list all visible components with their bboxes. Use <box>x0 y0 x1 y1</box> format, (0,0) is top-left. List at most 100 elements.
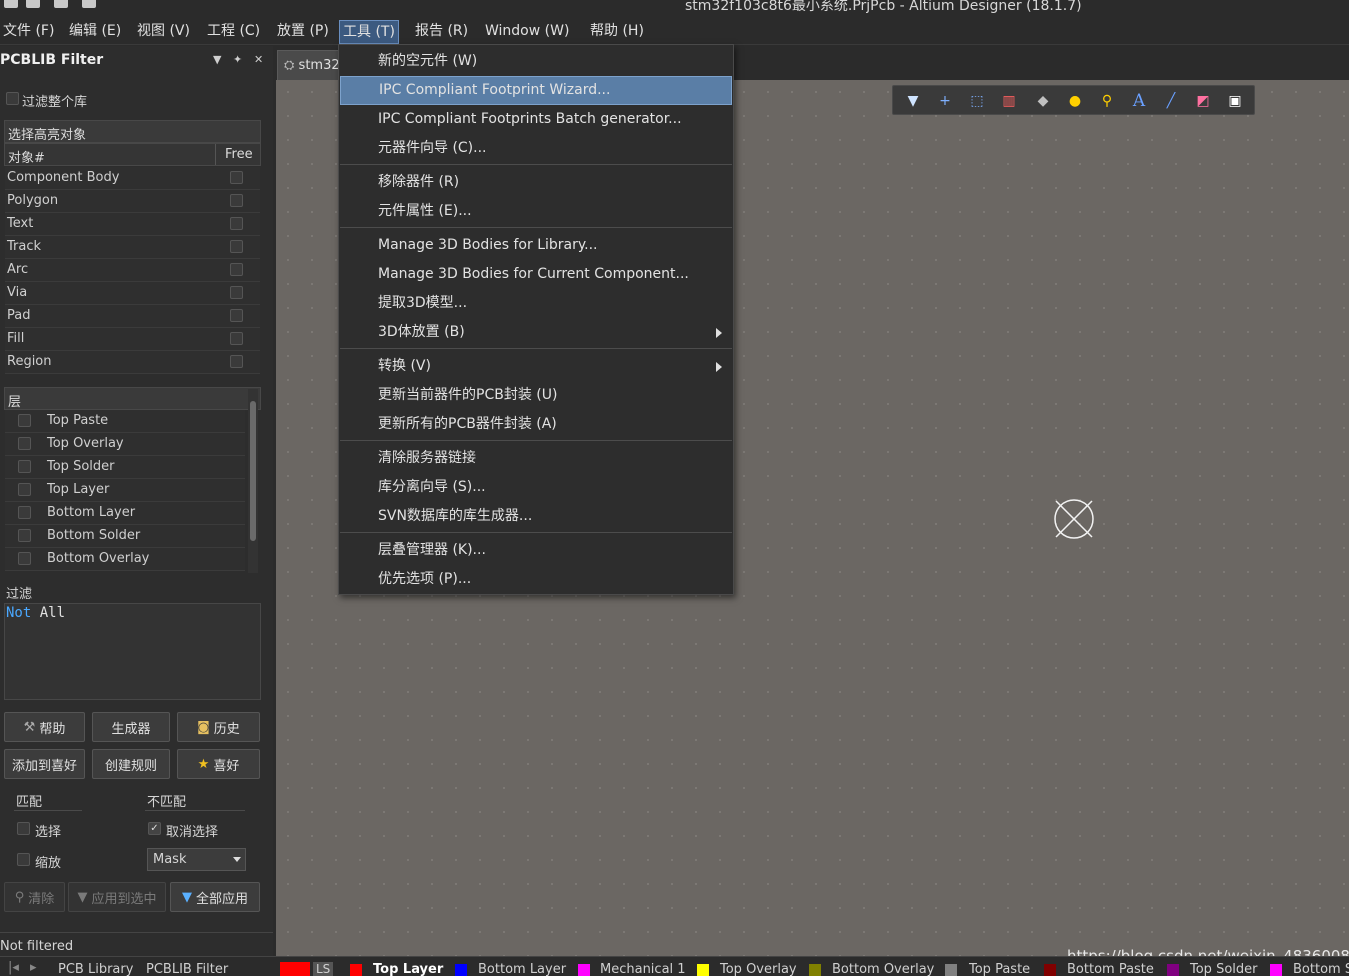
layer-tab-bottom-paste[interactable]: Bottom Paste <box>1067 962 1154 976</box>
layer-tab-top-paste[interactable]: Top Paste <box>969 962 1030 976</box>
menu-convert[interactable]: 转换 (V) <box>340 352 732 381</box>
object-checkbox[interactable] <box>230 171 243 184</box>
menu-preferences[interactable]: 优先选项 (P)... <box>340 565 732 594</box>
free-column-label[interactable]: Free <box>225 147 253 162</box>
pad-icon[interactable]: ● <box>1065 91 1085 111</box>
layer-row-bottom-layer[interactable]: Bottom Layer <box>5 502 245 525</box>
deselect-checkbox[interactable]: ✓ <box>148 822 161 835</box>
layer-row-top-layer[interactable]: Top Layer <box>5 479 245 502</box>
layer-checkbox[interactable] <box>18 552 31 565</box>
component-body-icon[interactable]: ◆ <box>1033 91 1053 111</box>
text-icon[interactable]: A <box>1129 91 1149 111</box>
clear-button[interactable]: ⚲ 清除 <box>4 882 65 912</box>
menu-manage-3d-library[interactable]: Manage 3D Bodies for Library... <box>340 231 732 260</box>
object-checkbox[interactable] <box>230 309 243 322</box>
menu-project[interactable]: 工程 (C) <box>204 20 263 44</box>
align-icon[interactable]: ▥ <box>999 91 1019 111</box>
layer-checkbox[interactable] <box>18 506 31 519</box>
dimension-icon[interactable]: ◩ <box>1193 91 1213 111</box>
menu-component-wizard[interactable]: 元器件向导 (C)... <box>340 134 732 163</box>
crosshair-icon[interactable]: + <box>935 91 955 111</box>
apply-all-button[interactable]: ▼ 全部应用 <box>170 882 260 912</box>
layer-tab-top-solder[interactable]: Top Solder <box>1190 962 1257 976</box>
region-icon[interactable]: ▣ <box>1225 91 1245 111</box>
layer-checkbox[interactable] <box>18 529 31 542</box>
layer-tab-mechanical-1[interactable]: Mechanical 1 <box>600 962 686 976</box>
line-icon[interactable]: ╱ <box>1161 91 1181 111</box>
menu-3d-body-placement[interactable]: 3D体放置 (B) <box>340 318 732 347</box>
menu-library-splitter[interactable]: 库分离向导 (S)... <box>340 473 732 502</box>
nav-left-icon[interactable]: |◂ <box>8 960 19 975</box>
layer-tab-bottom-overlay[interactable]: Bottom Overlay <box>832 962 934 976</box>
menu-reports[interactable]: 报告 (R) <box>412 20 471 44</box>
object-checkbox[interactable] <box>230 240 243 253</box>
menu-view[interactable]: 视图 (V) <box>134 20 193 44</box>
menu-tools[interactable]: 工具 (T) <box>339 20 399 44</box>
layer-row-top-paste[interactable]: Top Paste <box>5 410 245 433</box>
object-checkbox[interactable] <box>230 355 243 368</box>
layer-checkbox[interactable] <box>18 414 31 427</box>
open-folder-icon[interactable] <box>82 0 96 8</box>
current-layer-swatch[interactable] <box>280 962 310 976</box>
object-checkbox[interactable] <box>230 263 243 276</box>
layer-row-bottom-overlay[interactable]: Bottom Overlay <box>5 548 245 571</box>
mask-select[interactable]: Mask <box>147 848 246 871</box>
help-button[interactable]: ⚒ 帮助 <box>4 712 85 742</box>
menu-place[interactable]: 放置 (P) <box>274 20 332 44</box>
menu-new-blank-component[interactable]: 新的空元件 (W) <box>340 47 732 76</box>
close-icon[interactable]: ✕ <box>254 53 263 66</box>
object-row-via[interactable]: Via <box>5 282 260 305</box>
tab-pcb-library[interactable]: PCB Library <box>58 962 133 976</box>
menu-layer-stack-manager[interactable]: 层叠管理器 (K)... <box>340 536 732 565</box>
zoom-checkbox[interactable] <box>17 853 30 866</box>
layer-checkbox[interactable] <box>18 460 31 473</box>
object-row-track[interactable]: Track <box>5 236 260 259</box>
menu-help[interactable]: 帮助 (H) <box>587 20 647 44</box>
layer-row-top-solder[interactable]: Top Solder <box>5 456 245 479</box>
menu-remove-component[interactable]: 移除器件 (R) <box>340 168 732 197</box>
object-row-region[interactable]: Region <box>5 351 260 374</box>
layer-row-bottom-solder[interactable]: Bottom Solder <box>5 525 245 548</box>
builder-button[interactable]: 生成器 <box>92 712 170 742</box>
layer-tab-bottom-layer[interactable]: Bottom Layer <box>478 962 566 976</box>
menu-file[interactable]: 文件 (F) <box>0 20 57 44</box>
object-row-fill[interactable]: Fill <box>5 328 260 351</box>
menu-component-properties[interactable]: 元件属性 (E)... <box>340 197 732 226</box>
panel-menu-icon[interactable]: ▼ <box>213 53 221 66</box>
favorites-button[interactable]: ★ 喜好 <box>177 749 260 779</box>
nav-right-icon[interactable]: ▸ <box>30 960 37 975</box>
select-checkbox[interactable] <box>17 822 30 835</box>
menu-update-current-pcb[interactable]: 更新当前器件的PCB封装 (U) <box>340 381 732 410</box>
menu-extract-3d-model[interactable]: 提取3D模型... <box>340 289 732 318</box>
menu-update-all-pcb[interactable]: 更新所有的PCB器件封装 (A) <box>340 410 732 439</box>
layers-scrollbar-thumb[interactable] <box>250 401 256 541</box>
menu-clear-server-links[interactable]: 清除服务器链接 <box>340 444 732 473</box>
pin-icon[interactable]: ✦ <box>233 53 242 66</box>
object-row-component-body[interactable]: Component Body <box>5 167 260 190</box>
document-tab[interactable]: ⛭ stm32 <box>277 50 343 80</box>
layers-scrollbar[interactable] <box>248 389 258 573</box>
layer-checkbox[interactable] <box>18 483 31 496</box>
object-row-arc[interactable]: Arc <box>5 259 260 282</box>
history-button[interactable]: ◙ 历史 <box>177 712 260 742</box>
menu-svn-db-library-maker[interactable]: SVN数据库的库生成器... <box>340 502 732 531</box>
apply-to-selected-button[interactable]: ▼ 应用到选中 <box>68 882 166 912</box>
menu-window[interactable]: Window (W) <box>482 20 572 44</box>
object-row-text[interactable]: Text <box>5 213 260 236</box>
object-checkbox[interactable] <box>230 217 243 230</box>
objects-column-label[interactable]: 对象# <box>8 147 45 166</box>
select-rect-icon[interactable]: ⬚ <box>967 91 987 111</box>
object-checkbox[interactable] <box>230 286 243 299</box>
save-icon[interactable] <box>26 0 40 8</box>
layer-set-button[interactable]: LS <box>313 962 334 976</box>
object-checkbox[interactable] <box>230 332 243 345</box>
object-row-pad[interactable]: Pad <box>5 305 260 328</box>
menu-ipc-batch-generator[interactable]: IPC Compliant Footprints Batch generator… <box>340 105 732 134</box>
object-row-polygon[interactable]: Polygon <box>5 190 260 213</box>
menu-ipc-footprint-wizard[interactable]: IPC Compliant Footprint Wizard... <box>340 76 732 105</box>
tab-pcblib-filter[interactable]: PCBLIB Filter <box>146 962 228 976</box>
layer-tab-bottom-solder[interactable]: Bottom S <box>1293 962 1349 976</box>
create-rule-button[interactable]: 创建规则 <box>92 749 170 779</box>
filter-query-editor[interactable]: Not All <box>4 603 261 700</box>
layer-checkbox[interactable] <box>18 437 31 450</box>
